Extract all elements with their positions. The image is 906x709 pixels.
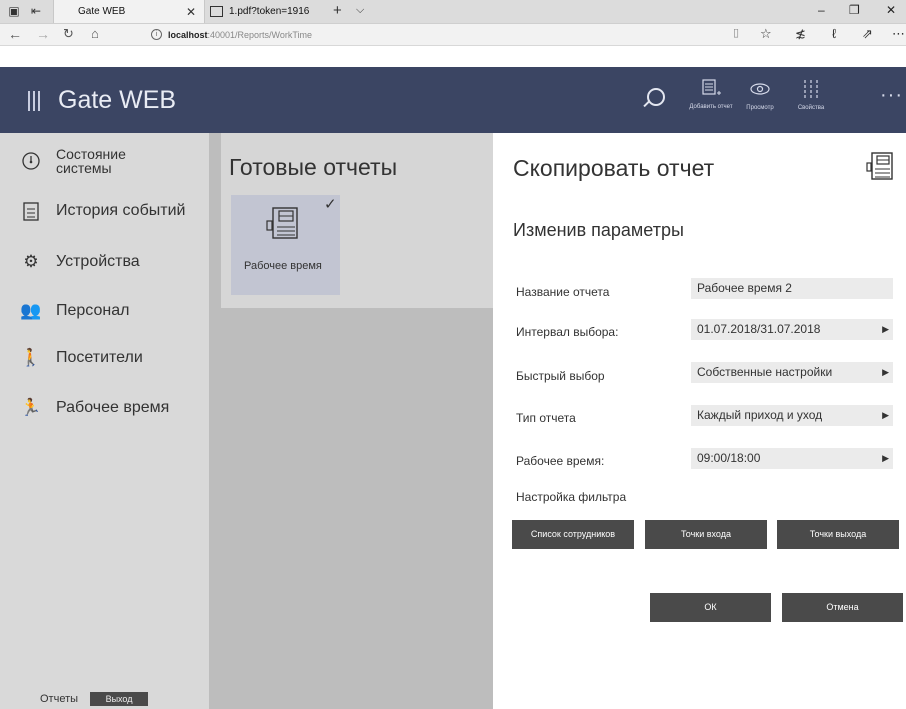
preview-button[interactable]: Просмотр [735, 79, 785, 112]
restore-icon[interactable]: ❐ [849, 3, 860, 17]
people-icon: 👥 [20, 301, 42, 320]
tab-title: 1.pdf?token=1916 [229, 6, 310, 17]
employee-list-button[interactable]: Список сотрудников [512, 520, 634, 549]
field-label: Название отчета [516, 285, 610, 299]
worktime-value: 09:00/18:00 [697, 451, 761, 465]
caret-right-icon: ▶ [882, 410, 889, 420]
checkmark-icon: ✓ [324, 196, 337, 213]
properties-label: Свойства [797, 105, 825, 111]
cancel-button[interactable]: Отмена [782, 593, 903, 622]
report-type-select[interactable]: Каждый приход и уход ▶ [691, 405, 893, 426]
report-type-value: Каждый приход и уход [697, 408, 823, 422]
add-report-icon [702, 79, 721, 95]
browser-tab-active[interactable]: Gate WEB ✕ [53, 0, 205, 23]
sidebar-item-label: Персонал [56, 302, 130, 319]
ready-reports-title: Готовые отчеты [229, 154, 398, 180]
interval-value: 01.07.2018/31.07.2018 [697, 322, 821, 336]
exit-button[interactable]: Выход [90, 692, 149, 706]
caret-right-icon: ▶ [882, 453, 889, 463]
sidebar-item-label: Устройства [56, 253, 140, 270]
reading-view-icon[interactable]: ▯ [733, 26, 739, 39]
search-icon[interactable] [647, 88, 665, 106]
share-icon[interactable]: ⇗ [862, 26, 873, 42]
url-path: :40001/Reports/WorkTime [207, 29, 313, 40]
ok-button[interactable]: ОК [650, 593, 771, 622]
browser-tab-bar: ▣ ⇤ Gate WEB ✕ 1.pdf?token=1916 + ⌵ – ❐ … [0, 0, 906, 24]
address-bar-row: ← → ↻ ⌂ i localhost:40001/Reports/WorkTi… [0, 24, 906, 46]
page-icon [210, 6, 223, 17]
sidebar-item-worktime[interactable]: 🏃 Рабочее время [20, 397, 169, 419]
refresh-icon[interactable]: ↻ [63, 26, 74, 42]
worktime-select[interactable]: 09:00/18:00 ▶ [691, 448, 893, 469]
add-report-button[interactable]: Добавить отчет [686, 79, 736, 111]
tab-actions-icon[interactable]: ▣ [6, 3, 22, 19]
url-field[interactable]: i localhost:40001/Reports/WorkTime [151, 27, 312, 42]
tab-title: Gate WEB [78, 6, 126, 17]
entry-points-button[interactable]: Точки входа [645, 520, 767, 549]
report-icon [866, 152, 893, 180]
sidebar-item-label: Состояние системы [56, 146, 126, 176]
sidebar-item-system-state[interactable]: Состояние системы [20, 147, 146, 175]
more-options-icon[interactable]: ··· [880, 84, 903, 107]
filter-settings-label: Настройка фильтра [516, 490, 627, 504]
report-name-input[interactable]: Рабочее время 2 [691, 278, 893, 299]
add-report-label: Добавить отчет [689, 104, 733, 110]
app-title: Gate WEB [58, 86, 177, 114]
caret-right-icon: ▶ [882, 324, 889, 334]
properties-button[interactable]: Свойства [786, 79, 836, 112]
exit-points-button[interactable]: Точки выхода [777, 520, 899, 549]
app-header: Gate WEB Добавить отчет Просмотр Свойств… [0, 67, 906, 133]
worktime-icon: 🏃 [20, 398, 42, 417]
pen-icon[interactable]: ℓ [832, 26, 836, 41]
report-card-label: Рабочее время [244, 260, 322, 272]
panel-title: Скопировать отчет [513, 155, 715, 181]
report-card-worktime[interactable]: ✓ Рабочее время [231, 195, 340, 295]
panel-subtitle: Изменив параметры [513, 220, 684, 240]
reports-link[interactable]: Отчеты [40, 693, 78, 705]
field-label: Интервал выбора: [516, 325, 619, 339]
close-tab-icon[interactable]: ✕ [186, 5, 196, 19]
sidebar-item-devices[interactable]: ⚙ Устройства [20, 251, 140, 273]
sliders-icon [804, 80, 818, 98]
sidebar-item-label: Посетители [56, 349, 143, 366]
url-host: localhost [168, 29, 208, 40]
sidebar-footer: Отчеты Выход [40, 692, 149, 706]
favorites-list-icon[interactable]: ≴ [795, 26, 806, 42]
quick-select[interactable]: Собственные настройки ▶ [691, 362, 893, 383]
sidebar-item-label: Рабочее время [56, 399, 170, 416]
menu-icon[interactable] [28, 91, 40, 111]
gear-icon: ⚙ [23, 252, 39, 271]
chevron-down-icon[interactable]: ⌵ [356, 4, 364, 17]
new-tab-icon[interactable]: + [333, 2, 342, 19]
info-icon: i [151, 29, 162, 40]
forward-icon[interactable]: → [36, 26, 50, 42]
interval-select[interactable]: 01.07.2018/31.07.2018 ▶ [691, 319, 893, 340]
report-icon [266, 207, 298, 239]
sidebar-item-personnel[interactable]: 👥 Персонал [20, 300, 129, 322]
field-label: Тип отчета [516, 411, 576, 425]
visitor-icon: 🚶 [20, 348, 42, 367]
sidebar-item-event-history[interactable]: История событий [20, 200, 185, 222]
gauge-icon [20, 150, 42, 172]
close-window-icon[interactable]: ✕ [886, 3, 896, 17]
caret-right-icon: ▶ [882, 367, 889, 377]
back-icon[interactable]: ← [8, 26, 22, 42]
browser-tab-pdf[interactable]: 1.pdf?token=1916 [204, 0, 324, 23]
favorite-star-icon[interactable]: ☆ [760, 26, 772, 42]
history-icon [20, 200, 42, 222]
more-icon[interactable]: ⋯ [892, 26, 905, 42]
tab-aside-icon[interactable]: ⇤ [28, 3, 44, 19]
preview-label: Просмотр [746, 105, 774, 111]
sidebar-item-visitors[interactable]: 🚶 Посетители [20, 347, 143, 369]
field-label: Быстрый выбор [516, 369, 605, 383]
sidebar-item-label: История событий [56, 202, 186, 219]
quick-select-value: Собственные настройки [697, 365, 833, 379]
field-label: Рабочее время: [516, 454, 605, 468]
minimize-icon[interactable]: – [818, 3, 825, 17]
home-icon[interactable]: ⌂ [91, 26, 99, 41]
report-name-value: Рабочее время 2 [697, 281, 792, 295]
eye-icon [750, 83, 770, 95]
